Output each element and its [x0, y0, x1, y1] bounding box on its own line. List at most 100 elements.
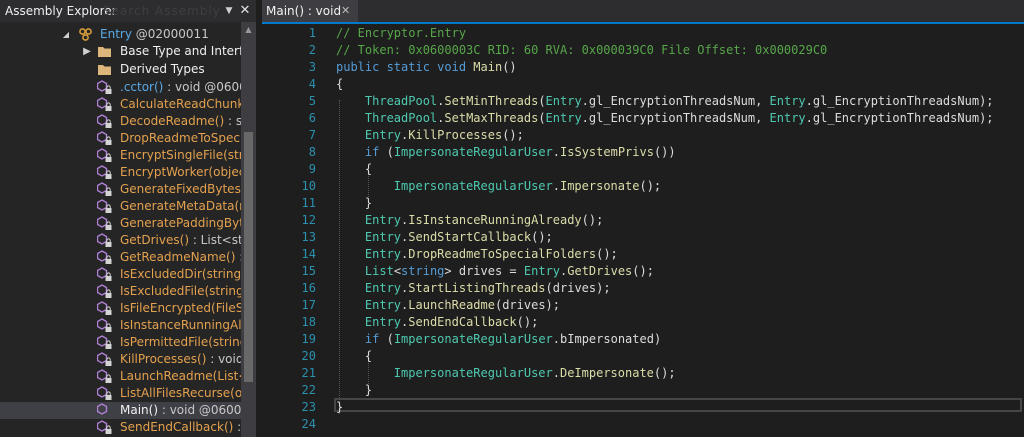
close-icon[interactable]: ✕ — [237, 0, 253, 22]
code-token: (); — [516, 315, 539, 329]
tree-node-method[interactable]: GenerateFixedBytes(in — [0, 181, 241, 198]
method-icon — [97, 284, 112, 298]
tab-close-icon[interactable]: ✕ — [341, 0, 350, 22]
tree-node-method[interactable]: CalculateReadChunkSi — [0, 96, 241, 113]
tree-node-method[interactable]: IsExcludedFile(string) — [0, 283, 241, 300]
folder-icon — [98, 47, 111, 57]
class-token: @02000011 — [131, 27, 209, 41]
collapsed-arrow-icon[interactable]: ▶ — [82, 43, 92, 60]
code-area[interactable]: 1 2 3 4 5 6 7 8 9 10 11 12 13 14 15 16 17 18 19 20 21 22 23 24/… — [262, 24, 1024, 437]
code-token: , — [755, 111, 770, 125]
code-token: > drives = — [444, 264, 524, 278]
code-token: Entry — [364, 128, 402, 142]
code-token: Entry — [769, 94, 806, 108]
line-number: 16 — [301, 281, 316, 295]
method-icon — [97, 267, 112, 281]
method-name: .cctor() — [120, 80, 164, 94]
expanded-triangle-icon[interactable]: ◢ — [61, 26, 71, 43]
method-icon — [97, 335, 112, 349]
tree-node-method[interactable]: KillProcesses() : void @ — [0, 351, 241, 368]
vertical-scrollbar[interactable]: ▲ — [241, 22, 256, 437]
tree-node-derived-types[interactable]: Derived Types — [0, 61, 241, 78]
code-token: public static void — [336, 60, 474, 74]
tree-node-method[interactable]: EncryptSingleFile(strin — [0, 147, 241, 164]
line-number: 11 — [301, 196, 316, 210]
code-token: ImpersonateRegularUser — [393, 179, 553, 193]
tree-node-method[interactable]: GetDrives() : List<strin — [0, 232, 241, 249]
current-line-highlight — [334, 398, 1022, 412]
code-token: . — [552, 179, 560, 193]
code-token: ImpersonateRegularUser — [393, 332, 553, 346]
code-token: SetMaxThreads — [444, 111, 539, 125]
scroll-up-arrow-icon[interactable]: ▲ — [241, 22, 256, 37]
method-name: CalculateReadChunkSi — [120, 97, 241, 111]
tree-node-method[interactable]: IsExcludedDir(string) : — [0, 266, 241, 283]
code-token: (); — [639, 179, 662, 193]
code-token: List — [364, 264, 394, 278]
tree-node-method[interactable]: IsFileEncrypted(FileStr — [0, 300, 241, 317]
code-token: Entry — [545, 94, 582, 108]
tree-node-method[interactable]: EncryptWorker(object) — [0, 164, 241, 181]
method-icon — [97, 216, 112, 230]
scrollbar-thumb[interactable] — [244, 132, 253, 382]
code-token: (); — [581, 213, 604, 227]
tree-node-method[interactable]: GetReadmeName() : s — [0, 249, 241, 266]
tree-node-method[interactable]: .cctor() : void @06000 — [0, 79, 241, 96]
code-line: } — [336, 382, 372, 399]
code-token: // Encryptor.Entry — [336, 26, 467, 40]
code-token: < — [393, 264, 402, 278]
method-name: LaunchReadme(List<s — [120, 369, 241, 383]
code-line: public static void Main() — [336, 59, 517, 76]
method-icon — [97, 233, 112, 247]
tree-node-method[interactable]: ListAllFilesRecurse(obj — [0, 385, 241, 402]
tree-node-method[interactable]: Main() : void @060000 — [0, 402, 241, 419]
tree-node-method[interactable]: LaunchReadme(List<s — [0, 368, 241, 385]
code-token: GetDrives — [567, 264, 633, 278]
code-token: Entry — [364, 281, 402, 295]
tree-node-method[interactable]: IsInstanceRunningAlre — [0, 317, 241, 334]
code-line: // Encryptor.Entry — [336, 25, 466, 42]
line-number: 23 — [301, 400, 316, 414]
folder-label: Derived Types — [120, 62, 205, 76]
code-line: { — [336, 161, 372, 178]
tree-node-method[interactable]: GeneratePaddingByte — [0, 215, 241, 232]
line-number: 1 — [308, 26, 316, 40]
code-token: DropReadmeToSpecialFolders — [408, 247, 597, 261]
method-name: EncryptSingleFile(strin — [120, 148, 241, 162]
code-token: (); — [653, 366, 676, 380]
folder-label: Base Type and Interfac — [120, 44, 241, 58]
code-token: StartListingThreads — [408, 281, 546, 295]
code-token: Entry — [364, 247, 402, 261]
folder-icon — [98, 65, 111, 75]
code-token: } — [336, 383, 373, 397]
code-line: Entry.LaunchReadme(drives); — [336, 297, 560, 314]
line-number: 14 — [301, 247, 316, 261]
tree-node-method[interactable]: SendEndCallback() : v — [0, 419, 241, 436]
tab-main-method[interactable]: Main() : void ✕ — [262, 0, 358, 22]
tree-node-method[interactable]: DecodeReadme() : str — [0, 113, 241, 130]
code-token: . — [552, 366, 560, 380]
pin-icon[interactable]: ▼ — [222, 0, 236, 22]
code-line: List<string> drives = Entry.GetDrives(); — [336, 263, 654, 280]
code-token: KillProcesses — [408, 128, 503, 142]
code-token: () — [502, 60, 517, 74]
tree-node-entry-class[interactable]: ◢ Entry @02000011 — [0, 26, 241, 43]
code-token: SendEndCallback — [408, 315, 517, 329]
explorer-search-ghost[interactable]: Search Assembly — [103, 0, 221, 22]
method-name: Main() — [120, 403, 159, 417]
tree-node-method[interactable]: DropReadmeToSpecia — [0, 130, 241, 147]
code-editor: Main() : void ✕ 1 2 3 4 5 6 7 8 9 10 11 12 13 14 15 16 1… — [262, 0, 1024, 437]
tree-node-method[interactable]: IsPermittedFile(string) — [0, 334, 241, 351]
explorer-title: Assembly Explorer — [5, 4, 117, 18]
code-token: Entry — [364, 230, 402, 244]
tree-node-method[interactable]: GenerateMetaData(re — [0, 198, 241, 215]
code-token: (); — [632, 264, 654, 278]
method-name: GetDrives() — [120, 233, 189, 247]
method-icon — [97, 165, 112, 179]
line-number: 21 — [301, 366, 316, 380]
tree-node-base-types[interactable]: ▶ Base Type and Interfac — [0, 43, 241, 60]
code-token: Entry — [769, 111, 806, 125]
